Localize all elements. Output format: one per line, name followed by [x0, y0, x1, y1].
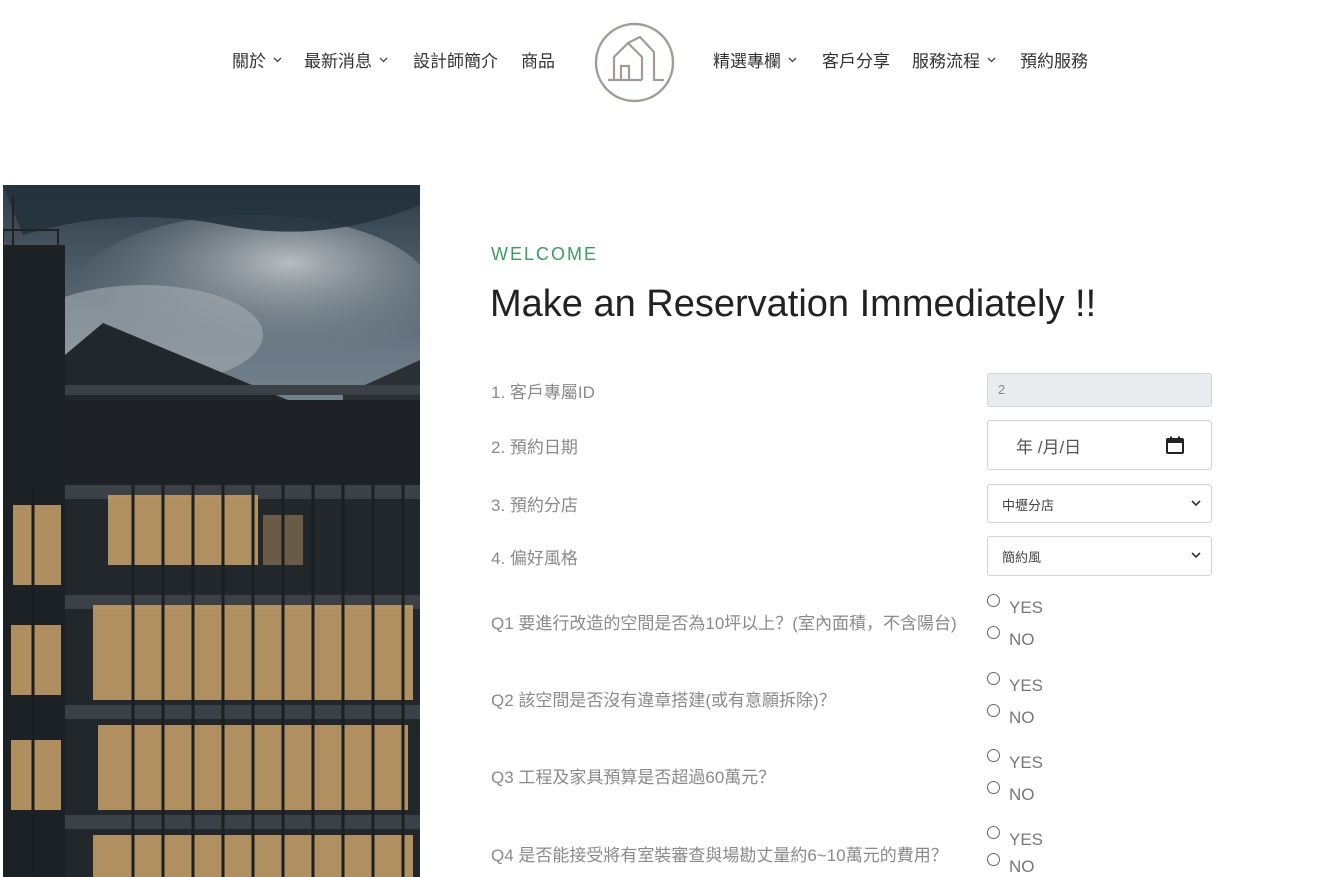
branch-label: 3. 預約分店 [491, 496, 578, 515]
chevron-down-icon [788, 57, 797, 63]
question-3-yes-option[interactable]: YES [987, 749, 1057, 773]
style-selected-value: 簡約風 [1002, 550, 1042, 565]
question-1-no-option[interactable]: NO [987, 626, 1057, 650]
customer-id-label: 1. 客戶專屬ID [491, 383, 595, 402]
chevron-down-icon [379, 57, 388, 63]
radio-button[interactable] [987, 749, 1000, 762]
question-4-no-option[interactable]: NO [987, 853, 1057, 877]
welcome-eyebrow: WELCOME [491, 244, 599, 264]
date-field[interactable]: 年 /月/日 [987, 420, 1212, 470]
nav-label: 服務流程 [912, 52, 980, 72]
radio-label-no: NO [1009, 785, 1035, 804]
nav-item-news[interactable]: 最新消息 [304, 50, 388, 74]
page-title: Make an Reservation Immediately !! [490, 283, 1097, 325]
question-2-label: Q2 該空間是否沒有違章搭建(或有意願拆除)？ [491, 691, 836, 710]
branch-select[interactable]: 中壢分店 [987, 484, 1212, 523]
customer-id-field[interactable]: 2 [987, 373, 1212, 407]
nav-label: 客戶分享 [822, 52, 890, 72]
style-select[interactable]: 簡約風 [987, 536, 1212, 576]
radio-label-yes: YES [1009, 830, 1044, 849]
top-navigation: 關於 最新消息 設計師簡介 商品 精選專欄 客戶分享 服務流程 預約服務 [0, 0, 1317, 125]
radio-label-no: NO [1009, 630, 1035, 649]
question-2-no-option[interactable]: NO [987, 704, 1057, 728]
radio-label-no: NO [1009, 857, 1035, 876]
nav-item-products[interactable]: 商品 [521, 50, 555, 74]
nav-item-testimonials[interactable]: 客戶分享 [822, 50, 890, 74]
chevron-down-icon [1191, 552, 1201, 559]
hero-building-image [3, 185, 420, 877]
radio-button[interactable] [987, 594, 1000, 607]
radio-button[interactable] [987, 826, 1000, 839]
calendar-icon[interactable] [1165, 435, 1185, 455]
nav-item-reservation[interactable]: 預約服務 [1020, 50, 1088, 74]
question-4-yes-option[interactable]: YES [987, 826, 1057, 850]
radio-button[interactable] [987, 626, 1000, 639]
nav-item-designers[interactable]: 設計師簡介 [413, 50, 498, 74]
question-2-yes-option[interactable]: YES [987, 672, 1057, 696]
radio-label-yes: YES [1009, 676, 1044, 695]
chevron-down-icon [273, 57, 282, 63]
house-logo-icon[interactable] [594, 22, 675, 103]
date-placeholder: 年 /月/日 [1016, 438, 1082, 457]
nav-item-featured[interactable]: 精選專欄 [713, 50, 797, 74]
date-label: 2. 預約日期 [491, 438, 578, 457]
nav-label: 關於 [232, 52, 266, 72]
radio-button[interactable] [987, 853, 1000, 866]
nav-item-process[interactable]: 服務流程 [912, 50, 996, 74]
radio-label-yes: YES [1009, 753, 1044, 772]
question-1-yes-option[interactable]: YES [987, 594, 1057, 618]
nav-label: 最新消息 [304, 52, 372, 72]
radio-button[interactable] [987, 672, 1000, 685]
nav-item-about[interactable]: 關於 [232, 50, 282, 74]
radio-label-no: NO [1009, 708, 1035, 727]
question-4-label: Q4 是否能接受將有室裝審查與場勘丈量約6~10萬元的費用？ [491, 846, 948, 865]
style-label: 4. 偏好風格 [491, 549, 578, 568]
nav-label: 預約服務 [1020, 52, 1088, 72]
chevron-down-icon [987, 57, 996, 63]
customer-id-value: 2 [998, 382, 1006, 397]
chevron-down-icon [1191, 500, 1201, 507]
radio-button[interactable] [987, 781, 1000, 794]
radio-label-yes: YES [1009, 598, 1044, 617]
question-3-no-option[interactable]: NO [987, 781, 1057, 805]
nav-label: 設計師簡介 [413, 52, 498, 72]
radio-button[interactable] [987, 704, 1000, 717]
branch-selected-value: 中壢分店 [1002, 498, 1055, 513]
nav-label: 商品 [521, 52, 555, 72]
question-1-label: Q1 要進行改造的空間是否為10坪以上？(室內面積，不含陽台) [491, 614, 957, 633]
question-3-label: Q3 工程及家具預算是否超過60萬元？ [491, 768, 776, 787]
nav-label: 精選專欄 [713, 52, 781, 72]
